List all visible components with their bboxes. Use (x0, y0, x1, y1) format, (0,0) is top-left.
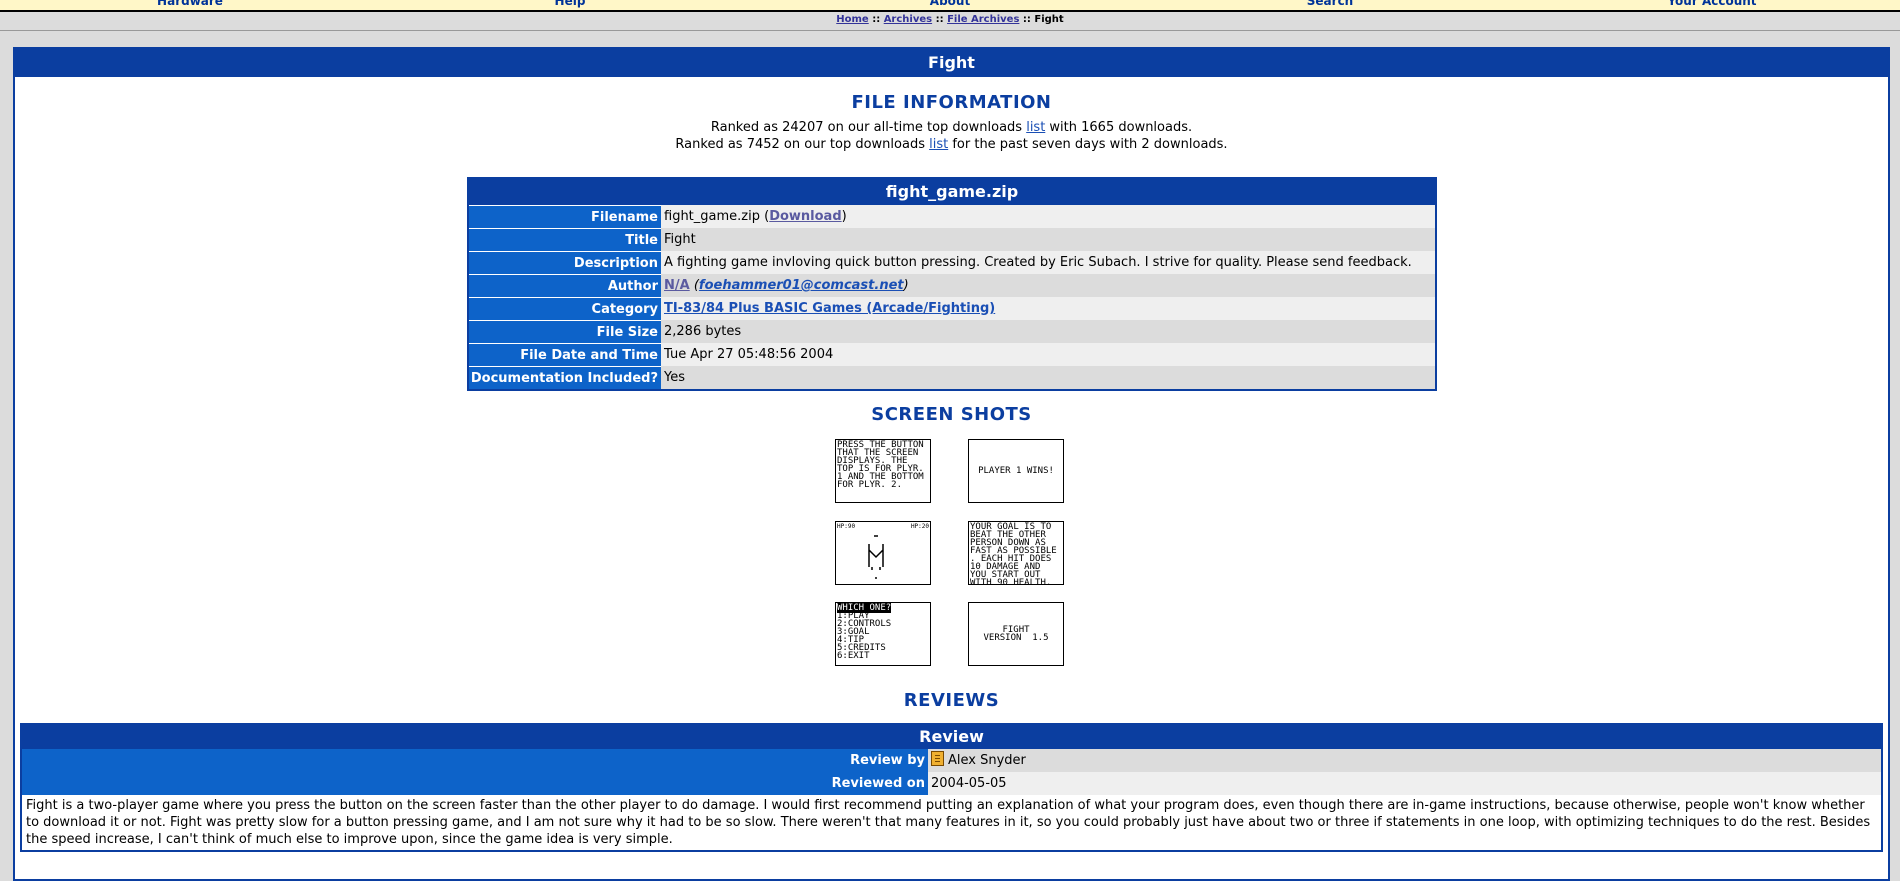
reviewed-on-label: Reviewed on (22, 772, 928, 795)
review-table: Review Review by Alex Snyder Reviewed on… (20, 723, 1883, 852)
author-label: Author (469, 274, 661, 297)
review-by-label: Review by (22, 749, 928, 772)
file-row-size: File Size 2,286 bytes (469, 320, 1435, 343)
breadcrumb-sep: :: (935, 14, 944, 25)
breadcrumb: Home :: Archives :: File Archives :: Fig… (0, 14, 1900, 25)
nav-help[interactable]: Help (470, 0, 670, 8)
download-link[interactable]: Download (769, 209, 841, 224)
nav-about[interactable]: About (850, 0, 1050, 8)
rank-all-time-list-link[interactable]: list (1026, 120, 1045, 135)
reviewer-profile-icon[interactable] (931, 751, 944, 766)
breadcrumb-archives[interactable]: Archives (884, 14, 932, 25)
docs-value: Yes (661, 366, 1435, 389)
file-row-description: Description A fighting game invloving qu… (469, 251, 1435, 274)
file-table-title: fight_game.zip (469, 179, 1435, 205)
file-date-value: Tue Apr 27 05:48:56 2004 (661, 343, 1435, 366)
reviewed-on-row: Reviewed on 2004-05-05 (22, 772, 1881, 795)
rank-seven-days: Ranked as 7452 on our top downloads list… (15, 136, 1888, 153)
file-row-docs: Documentation Included? Yes (469, 366, 1435, 389)
rank-seven-days-text: Ranked as 7452 on our top downloads (675, 137, 930, 152)
reviews-heading: REVIEWS (903, 690, 1000, 711)
category-link[interactable]: TI-83/84 Plus BASIC Games (Arcade/Fighti… (664, 301, 995, 316)
author-email-link[interactable]: foehammer01@comcast.net (699, 278, 904, 293)
page-title: Fight (15, 49, 1888, 77)
file-info-table: fight_game.zip Filename fight_game.zip (… (467, 177, 1437, 391)
description-label: Description (469, 251, 661, 274)
author-name-link[interactable]: N/A (664, 278, 690, 293)
filename-text: fight_game.zip ( (664, 209, 770, 224)
file-date-label: File Date and Time (469, 343, 661, 366)
breadcrumb-sep: :: (872, 14, 881, 25)
author-value: N/A (foehammer01@comcast.net) (661, 274, 1435, 297)
filename-label: Filename (469, 205, 661, 228)
fighter-sprite (868, 535, 884, 579)
title-label: Title (469, 228, 661, 251)
reviewed-on-value: 2004-05-05 (928, 772, 1881, 795)
menu-items: 1:PLAY 2:CONTROLS 3:GOAL 4:TIP 5:CREDITS… (837, 611, 892, 661)
rank-seven-days-list-link[interactable]: list (929, 137, 948, 152)
nav-search[interactable]: Search (1230, 0, 1430, 8)
rank-all-time-downloads: with 1665 downloads. (1045, 120, 1193, 135)
file-size-label: File Size (469, 320, 661, 343)
breadcrumb-current: Fight (1034, 14, 1064, 25)
filename-value: fight_game.zip (Download) (661, 205, 1435, 228)
nav-your-account[interactable]: Your Account (1612, 0, 1812, 8)
screenshot-version[interactable]: FIGHT VERSION 1.5 (968, 602, 1064, 666)
screenshot-goal[interactable]: YOUR GOAL IS TO BEAT THE OTHER PERSON DO… (968, 521, 1064, 585)
download-rank: Ranked as 24207 on our all-time top down… (15, 119, 1888, 153)
category-value: TI-83/84 Plus BASIC Games (Arcade/Fighti… (661, 297, 1435, 320)
file-information-heading: FILE INFORMATION (851, 92, 1052, 113)
file-row-date: File Date and Time Tue Apr 27 05:48:56 2… (469, 343, 1435, 366)
docs-label: Documentation Included? (469, 366, 661, 389)
rank-all-time-text: Ranked as 24207 on our all-time top down… (710, 120, 1027, 135)
file-row-author: Author N/A (foehammer01@comcast.net) (469, 274, 1435, 297)
file-row-filename: Filename fight_game.zip (Download) (469, 205, 1435, 228)
rank-seven-days-downloads: for the past seven days with 2 downloads… (948, 137, 1228, 152)
breadcrumb-sep: :: (1022, 14, 1031, 25)
review-by-value: Alex Snyder (928, 749, 1881, 772)
title-value: Fight (661, 228, 1435, 251)
top-nav: Hardware Help About Search Your Account (0, 0, 1900, 12)
filename-close: ) (841, 209, 847, 224)
nav-hardware[interactable]: Hardware (90, 0, 290, 8)
divider (0, 30, 1900, 31)
screenshot-instructions[interactable]: PRESS THE BUTTON THAT THE SCREEN DISPLAY… (835, 439, 931, 503)
file-row-title: Title Fight (469, 228, 1435, 251)
screenshot-menu[interactable]: WHICH ONE? 1:PLAY 2:CONTROLS 3:GOAL 4:TI… (835, 602, 931, 666)
screenshot-player-wins[interactable]: PLAYER 1 WINS! (968, 439, 1064, 503)
category-label: Category (469, 297, 661, 320)
description-value: A fighting game invloving quick button p… (661, 251, 1435, 274)
review-by-row: Review by Alex Snyder (22, 749, 1881, 772)
file-size-value: 2,286 bytes (661, 320, 1435, 343)
file-row-category: Category TI-83/84 Plus BASIC Games (Arca… (469, 297, 1435, 320)
main-panel: Fight FILE INFORMATION Ranked as 24207 o… (13, 47, 1890, 881)
screenshot-gameplay[interactable]: HP:90 HP:20 (835, 521, 931, 585)
breadcrumb-home[interactable]: Home (836, 14, 868, 25)
breadcrumb-file-archives[interactable]: File Archives (947, 14, 1019, 25)
screen-shots-heading: SCREEN SHOTS (871, 404, 1032, 425)
screenshot-player-wins-text: PLAYER 1 WINS! (978, 466, 1054, 476)
reviewer-name: Alex Snyder (948, 753, 1026, 768)
review-body: Fight is a two-player game where you pre… (26, 798, 1871, 847)
screenshot-version-text: FIGHT VERSION 1.5 (983, 625, 1049, 643)
review-table-title: Review (22, 725, 1881, 749)
rank-all-time: Ranked as 24207 on our all-time top down… (15, 119, 1888, 136)
